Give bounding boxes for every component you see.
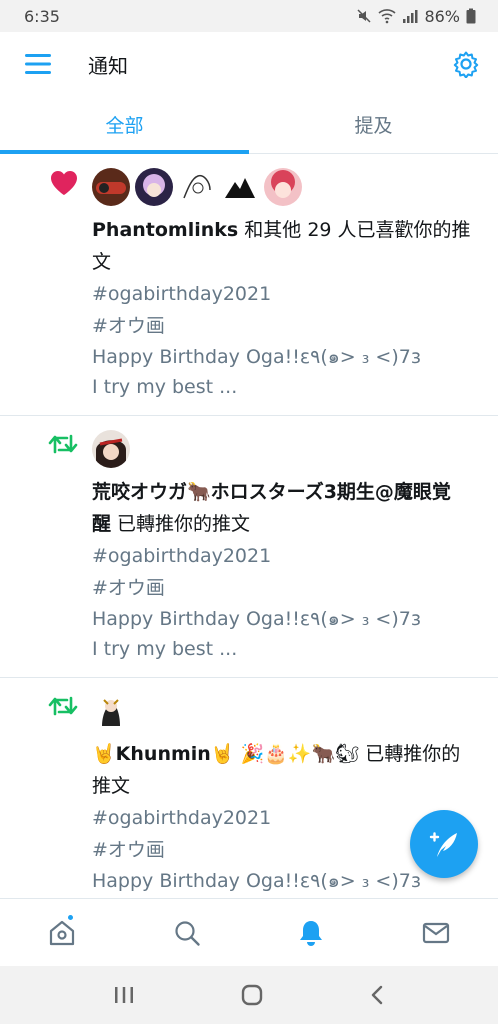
settings-gear-icon[interactable] <box>452 50 480 78</box>
menu-icon[interactable] <box>24 52 52 76</box>
action-text: 推文 <box>92 775 131 797</box>
notification-item[interactable]: Phantomlinks 和其他 29 人已喜歡你的推 文 #ogabirthd… <box>0 154 498 416</box>
battery-icon <box>466 8 476 24</box>
recent-apps-icon[interactable] <box>113 985 135 1005</box>
nav-search[interactable] <box>125 899 250 966</box>
bell-icon <box>300 920 323 946</box>
system-navigation-bar <box>0 966 498 1024</box>
avatar[interactable] <box>92 692 130 730</box>
tweet-text: I try my best ... <box>92 376 238 398</box>
status-bar: 6:35 86% <box>0 0 498 32</box>
tweet-text: Happy Birthday Oga!!ε٩(๑> ₃ <)7з <box>92 608 421 630</box>
actor-name[interactable]: 醒 <box>92 513 111 535</box>
action-text: 文 <box>92 251 112 273</box>
compose-feather-icon <box>429 832 457 857</box>
signal-icon <box>403 10 418 23</box>
tab-mentions[interactable]: 提及 <box>249 96 498 153</box>
bottom-navigation <box>0 898 498 966</box>
hashtag[interactable]: #オウ画 <box>92 310 482 342</box>
hashtag[interactable]: #ogabirthday2021 <box>92 278 482 310</box>
tab-all[interactable]: 全部 <box>0 96 249 153</box>
hashtag[interactable]: #オウ画 <box>92 572 482 604</box>
retweet-icon <box>48 696 78 716</box>
wifi-icon <box>378 9 396 24</box>
liker-avatars <box>92 168 482 206</box>
notification-item[interactable]: 荒咬オウガ🐂ホロスターズ3期生@魔眼覚 醒 已轉推你的推文 #ogabirthd… <box>0 416 498 678</box>
nav-notifications[interactable] <box>249 899 374 966</box>
avatar[interactable] <box>178 168 216 206</box>
home-icon <box>50 920 75 945</box>
emoji: 🤘 <box>92 743 116 765</box>
actor-name[interactable]: Khunmin <box>116 743 211 765</box>
hashtag[interactable]: #ogabirthday2021 <box>92 540 482 572</box>
app-bar: 通知 <box>0 32 498 96</box>
actor-name[interactable]: Phantomlinks <box>92 219 238 241</box>
heart-icon <box>51 171 77 195</box>
actor-name[interactable]: 荒咬オウガ🐂ホロスターズ3期生@魔眼覚 <box>92 481 451 503</box>
new-content-dot <box>66 913 75 922</box>
nav-home[interactable] <box>0 899 125 966</box>
avatar[interactable] <box>221 168 259 206</box>
notification-feed: Phantomlinks 和其他 29 人已喜歡你的推 文 #ogabirthd… <box>0 154 498 896</box>
back-icon[interactable] <box>369 984 385 1006</box>
search-icon <box>175 920 200 946</box>
tweet-text: I try my best ... <box>92 638 238 660</box>
tweet-text: Happy Birthday Oga!!ε٩(๑> ₃ <)7з <box>92 346 421 368</box>
compose-tweet-button[interactable] <box>410 810 478 878</box>
action-text: 已轉推你的 <box>359 743 461 765</box>
avatar[interactable] <box>92 168 130 206</box>
home-button-icon[interactable] <box>241 984 263 1006</box>
retweet-icon <box>48 434 78 454</box>
emoji: 🤘 🎉🎂✨🐂🐿 <box>210 743 360 765</box>
action-text: 和其他 29 人已喜歡你的推 <box>238 219 471 241</box>
battery-percent: 86% <box>424 6 460 26</box>
status-icons: 86% <box>356 7 476 26</box>
avatar[interactable] <box>264 168 302 206</box>
nav-messages[interactable] <box>374 899 498 966</box>
mail-icon <box>422 922 449 943</box>
action-text: 已轉推你的推文 <box>111 513 251 535</box>
avatar[interactable] <box>92 430 130 468</box>
status-time: 6:35 <box>24 6 60 26</box>
avatar[interactable] <box>135 168 173 206</box>
notification-tabs: 全部 提及 <box>0 96 498 154</box>
mute-icon <box>357 9 371 23</box>
page-title: 通知 <box>88 53 128 78</box>
